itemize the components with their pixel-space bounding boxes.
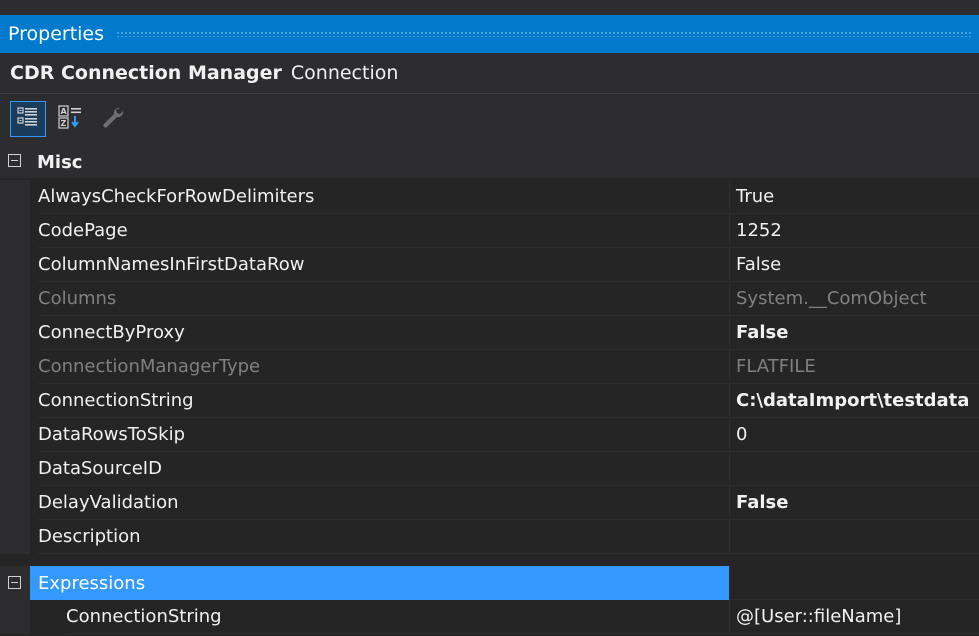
row-gutter — [0, 350, 30, 384]
property-row[interactable]: ColumnNamesInFirstDataRow False — [0, 248, 979, 282]
collapse-icon[interactable] — [8, 576, 21, 589]
property-value[interactable]: @[User::fileName] — [729, 600, 979, 634]
row-gutter — [0, 248, 30, 282]
categorized-button[interactable] — [10, 101, 46, 137]
object-name: CDR Connection Manager — [10, 62, 282, 84]
property-row[interactable]: Columns System.__ComObject — [0, 282, 979, 316]
row-gutter — [0, 214, 30, 248]
property-value: System.__ComObject — [729, 282, 979, 316]
row-gutter — [0, 180, 30, 214]
property-row[interactable]: ConnectByProxy False — [0, 316, 979, 350]
row-gutter — [0, 452, 30, 486]
property-value[interactable]: 0 — [729, 418, 979, 452]
property-name: CodePage — [38, 214, 728, 248]
row-gutter — [0, 520, 30, 554]
property-value[interactable]: False — [729, 248, 979, 282]
property-row[interactable]: ConnectionString C:\dataImport\testdata — [0, 384, 979, 418]
property-value: FLATFILE — [729, 350, 979, 384]
property-row[interactable]: Description — [0, 520, 979, 554]
alphabetical-icon: A Z — [58, 105, 82, 133]
property-row[interactable]: DataRowsToSkip 0 — [0, 418, 979, 452]
category-misc[interactable]: Misc — [0, 146, 979, 178]
category-label: Misc — [37, 151, 83, 173]
object-type: Connection — [290, 62, 399, 84]
svg-text:Z: Z — [61, 119, 67, 128]
property-value[interactable] — [729, 452, 979, 486]
property-value[interactable]: C:\dataImport\testdata — [729, 384, 979, 418]
row-gutter — [0, 418, 30, 452]
property-value[interactable] — [729, 520, 979, 554]
property-name: DataSourceID — [38, 452, 728, 486]
property-name: DataRowsToSkip — [38, 418, 728, 452]
property-value[interactable]: True — [729, 180, 979, 214]
row-gutter — [0, 600, 30, 634]
property-value[interactable]: False — [729, 316, 979, 350]
property-name: ConnectionManagerType — [38, 350, 728, 384]
property-row[interactable]: DelayValidation False — [0, 486, 979, 520]
properties-panel: Properties CDR Connection Manager Connec… — [0, 0, 979, 636]
property-name: ColumnNamesInFirstDataRow — [38, 248, 728, 282]
panel-title: Properties — [8, 23, 105, 45]
alphabetical-button[interactable]: A Z — [52, 101, 88, 137]
property-name: AlwaysCheckForRowDelimiters — [38, 180, 728, 214]
property-name: DelayValidation — [38, 486, 728, 520]
row-gutter — [0, 316, 30, 350]
property-row[interactable]: ConnectionString @[User::fileName] — [0, 600, 979, 634]
property-name: ConnectionString — [66, 600, 728, 634]
property-name: ConnectionString — [38, 384, 728, 418]
property-name: Columns — [38, 282, 728, 316]
property-value[interactable]: False — [729, 486, 979, 520]
property-row[interactable]: AlwaysCheckForRowDelimiters True — [0, 180, 979, 214]
category-expressions[interactable]: Expressions — [0, 566, 979, 600]
property-value[interactable]: 1252 — [729, 214, 979, 248]
svg-text:A: A — [61, 107, 68, 116]
row-gutter — [0, 384, 30, 418]
property-row[interactable]: DataSourceID — [0, 452, 979, 486]
collapse-icon[interactable] — [8, 154, 21, 167]
category-label: Expressions — [30, 566, 729, 600]
properties-toolbar: A Z — [0, 94, 979, 144]
property-name: ConnectByProxy — [38, 316, 728, 350]
property-row[interactable]: ConnectionManagerType FLATFILE — [0, 350, 979, 384]
object-selector[interactable]: CDR Connection Manager Connection — [0, 53, 979, 94]
property-grid: Misc AlwaysCheckForRowDelimiters True Co… — [0, 146, 979, 636]
row-gutter — [0, 486, 30, 520]
panel-title-bar[interactable]: Properties — [0, 15, 979, 53]
wrench-icon — [100, 105, 124, 133]
property-row[interactable]: CodePage 1252 — [0, 214, 979, 248]
categorized-icon — [17, 106, 39, 132]
row-gutter — [0, 282, 30, 316]
category-value — [729, 566, 979, 600]
property-name: Description — [38, 520, 728, 554]
title-bar-grip[interactable] — [116, 31, 971, 37]
property-pages-button[interactable] — [94, 101, 130, 137]
